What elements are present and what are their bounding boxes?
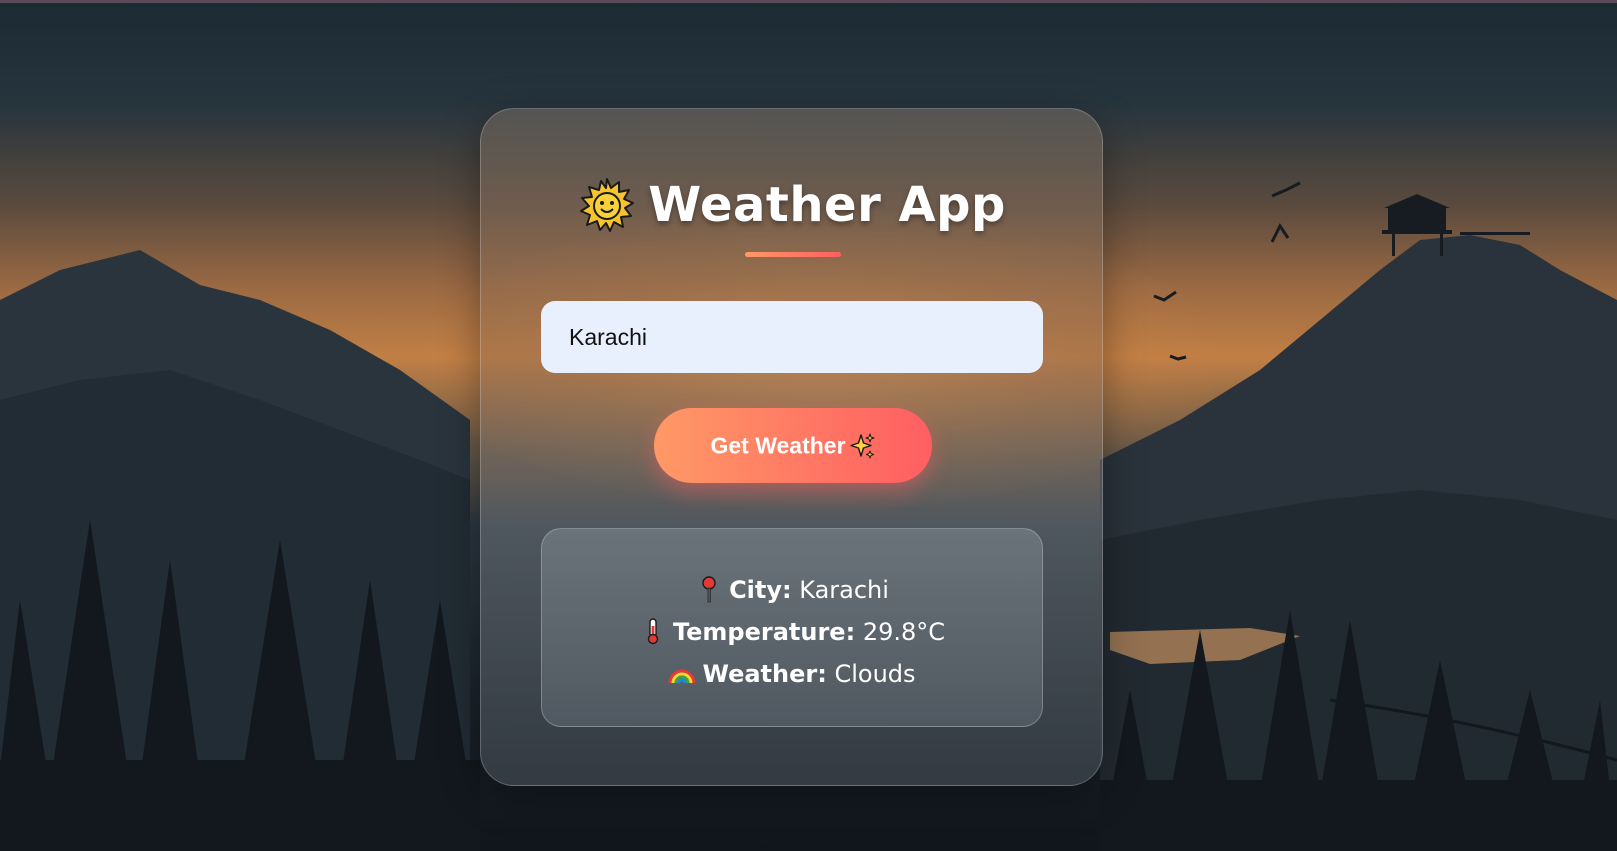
thermometer-icon — [647, 618, 659, 645]
get-weather-button[interactable]: Get Weather — [654, 408, 932, 483]
birds — [1153, 181, 1301, 361]
power-pole — [1340, 690, 1352, 851]
sun-face-icon — [580, 178, 635, 232]
weather-label: Weather: — [702, 660, 827, 688]
app-background: Weather App Get Weather City: Karachi — [0, 0, 1617, 851]
sparkles-icon — [849, 433, 875, 459]
city-value: Karachi — [799, 576, 889, 604]
rainbow-icon — [668, 669, 696, 684]
temperature-label: Temperature: — [672, 618, 856, 646]
result-city-row: City: Karachi — [542, 569, 1042, 611]
result-temperature-row: Temperature: 29.8°C — [542, 611, 1042, 653]
get-weather-label: Get Weather — [710, 432, 846, 459]
weather-value: Clouds — [834, 660, 916, 688]
city-label: City: — [729, 576, 792, 604]
title-row: Weather App — [481, 177, 1104, 233]
weather-result: City: Karachi Temperature: 29.8°C Weathe… — [541, 528, 1043, 727]
app-title: Weather App — [648, 177, 1006, 233]
city-input[interactable] — [541, 301, 1043, 373]
weather-card: Weather App Get Weather City: Karachi — [480, 108, 1103, 786]
temperature-value: 29.8°C — [862, 618, 946, 646]
pin-icon — [702, 576, 716, 603]
title-underline — [745, 252, 841, 257]
result-weather-row: Weather: Clouds — [542, 653, 1042, 695]
